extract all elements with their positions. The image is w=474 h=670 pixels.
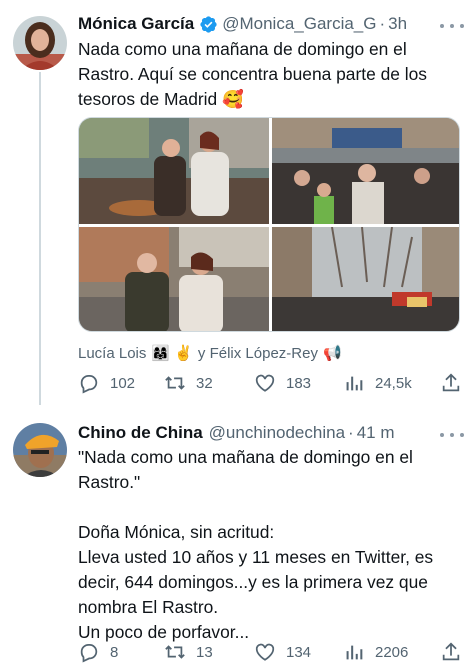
more-icon[interactable] bbox=[440, 425, 464, 445]
views-count: 2206 bbox=[375, 643, 409, 661]
avatar[interactable] bbox=[13, 423, 67, 477]
tweet-text: "Nada como una mañana de domingo en el R… bbox=[78, 447, 434, 642]
avatar[interactable] bbox=[13, 16, 67, 70]
tweet-monica[interactable]: Mónica García @Monica_Garcia_G · 3h Nada… bbox=[0, 0, 474, 405]
more-icon[interactable] bbox=[440, 16, 464, 36]
share-button[interactable] bbox=[440, 640, 472, 664]
author-handle[interactable]: @unchinodechina bbox=[209, 423, 345, 443]
photo-1[interactable] bbox=[79, 118, 269, 224]
like-button[interactable]: 134 bbox=[254, 640, 311, 664]
share-button[interactable] bbox=[440, 371, 472, 395]
tweet-header: Chino de China @unchinodechina · 41 m bbox=[78, 421, 395, 445]
action-bar: 102 32 183 24,5k bbox=[78, 371, 464, 395]
retweet-icon bbox=[165, 645, 185, 659]
photo-2[interactable] bbox=[272, 118, 459, 224]
like-icon bbox=[255, 643, 275, 661]
tagged-users[interactable]: Lucía Lois 👩‍👩‍👧 ✌️ y Félix López-Rey 📢 bbox=[78, 341, 347, 365]
tag-emojis: 👩‍👩‍👧 ✌️ bbox=[151, 345, 193, 362]
author-name[interactable]: Chino de China bbox=[78, 423, 203, 443]
tweet-header: Mónica García @Monica_Garcia_G · 3h bbox=[78, 12, 407, 36]
share-icon bbox=[442, 642, 460, 661]
tweet-text: Nada como una mañana de domingo en el Ra… bbox=[78, 39, 428, 109]
reply-button[interactable]: 102 bbox=[78, 371, 135, 395]
retweet-count: 32 bbox=[196, 374, 213, 392]
tag-last-emoji: 📢 bbox=[322, 345, 342, 362]
retweet-count: 13 bbox=[196, 643, 213, 661]
thread-line bbox=[39, 72, 41, 405]
author-name[interactable]: Mónica García bbox=[78, 14, 194, 34]
views-icon bbox=[346, 645, 363, 660]
timestamp[interactable]: 41 m bbox=[357, 423, 395, 443]
verified-icon bbox=[199, 15, 218, 34]
reply-icon bbox=[80, 643, 98, 663]
views-button[interactable]: 24,5k bbox=[343, 371, 412, 395]
author-handle[interactable]: @Monica_Garcia_G bbox=[222, 14, 376, 34]
tweet-chino[interactable]: Chino de China @unchinodechina · 41 m "N… bbox=[0, 405, 474, 670]
retweet-button[interactable]: 13 bbox=[164, 640, 213, 664]
views-button[interactable]: 2206 bbox=[343, 640, 408, 664]
reply-count: 102 bbox=[110, 374, 136, 392]
views-icon bbox=[346, 376, 363, 391]
share-icon bbox=[442, 373, 460, 392]
tag-first[interactable]: Lucía Lois bbox=[78, 345, 146, 362]
like-count: 134 bbox=[286, 643, 312, 661]
tag-connector[interactable]: y Félix López-Rey bbox=[198, 345, 318, 362]
reply-icon bbox=[80, 374, 98, 394]
like-icon bbox=[255, 374, 275, 392]
separator-dot: · bbox=[379, 14, 386, 33]
action-bar: 8 13 134 2206 bbox=[78, 640, 464, 664]
like-count: 183 bbox=[286, 374, 312, 392]
photo-3[interactable] bbox=[79, 227, 269, 331]
retweet-icon bbox=[165, 376, 185, 390]
photo-4[interactable] bbox=[272, 227, 459, 331]
separator-dot: · bbox=[348, 423, 354, 442]
reply-count: 8 bbox=[110, 643, 119, 661]
retweet-button[interactable]: 32 bbox=[164, 371, 213, 395]
timestamp[interactable]: 3h bbox=[388, 14, 407, 34]
photo-grid[interactable] bbox=[78, 117, 460, 332]
like-button[interactable]: 183 bbox=[254, 371, 311, 395]
reply-button[interactable]: 8 bbox=[78, 640, 118, 664]
views-count: 24,5k bbox=[375, 374, 412, 392]
